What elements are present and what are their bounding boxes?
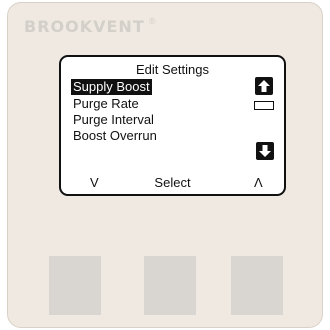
arrow-down-icon bbox=[256, 142, 274, 160]
hardware-button-right[interactable] bbox=[231, 256, 283, 315]
softkey-up-label: Λ bbox=[254, 175, 263, 190]
hardware-button-middle[interactable] bbox=[144, 256, 196, 315]
menu-item-purge-interval[interactable]: Purge Interval bbox=[71, 112, 159, 128]
hardware-button-left[interactable] bbox=[49, 256, 101, 315]
softkey-select-label: Select bbox=[154, 175, 191, 190]
menu-item-purge-rate[interactable]: Purge Rate bbox=[71, 96, 159, 112]
menu-item-boost-overrun[interactable]: Boost Overrun bbox=[71, 128, 159, 144]
lcd-screen: Edit Settings Supply Boost Purge Rate Pu… bbox=[59, 55, 286, 196]
menu-item-supply-boost[interactable]: Supply Boost bbox=[71, 79, 152, 95]
registered-mark: ® bbox=[149, 16, 156, 26]
settings-menu: Supply Boost Purge Rate Purge Interval B… bbox=[71, 78, 159, 144]
screen-title: Edit Settings bbox=[136, 62, 209, 77]
scroll-indicator bbox=[254, 101, 274, 110]
brand-logo: BROOKVENT bbox=[24, 17, 145, 36]
control-panel: BROOKVENT ® Edit Settings Supply Boost P… bbox=[7, 2, 323, 328]
arrow-up-icon bbox=[255, 77, 273, 95]
